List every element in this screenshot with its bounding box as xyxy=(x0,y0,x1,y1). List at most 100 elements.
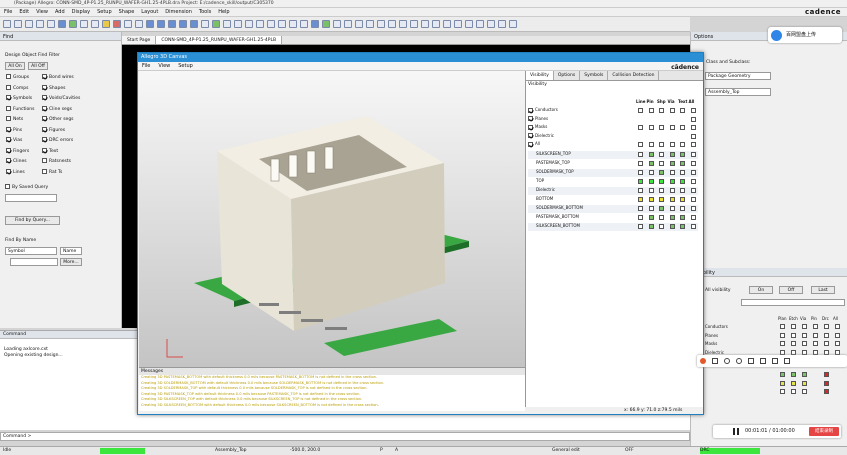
vis-checkbox[interactable] xyxy=(813,324,818,329)
filter-text[interactable]: Text xyxy=(42,147,58,154)
checkbox[interactable] xyxy=(528,141,533,147)
layer-color-swatch[interactable] xyxy=(638,179,643,184)
toolbar-button[interactable] xyxy=(267,20,275,28)
layer-color-swatch[interactable] xyxy=(638,215,643,220)
checkbox[interactable] xyxy=(528,133,533,138)
chinese-mode-icon[interactable] xyxy=(712,358,718,364)
vis-checkbox[interactable] xyxy=(690,215,696,220)
layer-color-swatch[interactable] xyxy=(680,224,685,229)
layer-color-swatch[interactable] xyxy=(638,152,643,157)
vis-checkbox[interactable] xyxy=(638,125,643,130)
toolbar-button[interactable] xyxy=(102,20,110,28)
vis-checkbox[interactable] xyxy=(638,142,643,147)
vis-checkbox[interactable] xyxy=(690,179,696,184)
checkbox[interactable] xyxy=(6,158,11,163)
vis-on-button[interactable]: On xyxy=(749,286,773,294)
cloud-upload-button[interactable]: 百网盟盘上传 xyxy=(768,27,842,43)
vis-checkbox[interactable] xyxy=(824,324,829,329)
vis-checkbox[interactable] xyxy=(690,224,696,229)
tab-3d-collision[interactable]: Collision Detection xyxy=(608,71,660,80)
filter-bond-wires[interactable]: Bond wires xyxy=(42,74,74,80)
layer-color-swatch[interactable] xyxy=(680,170,685,175)
class-select[interactable]: Package Geometry xyxy=(705,72,771,80)
color-swatch[interactable] xyxy=(780,372,785,377)
toolbar-button[interactable] xyxy=(421,20,429,28)
layer-color-swatch[interactable] xyxy=(638,188,643,193)
vis-checkbox[interactable] xyxy=(802,324,807,329)
checkbox[interactable] xyxy=(42,116,47,121)
toolbar-button[interactable] xyxy=(454,20,462,28)
toolbar-button[interactable] xyxy=(157,20,165,28)
vis-view-select[interactable] xyxy=(741,299,845,306)
layer-color-swatch[interactable] xyxy=(648,161,654,166)
checkbox[interactable] xyxy=(42,95,47,100)
vis-checkbox[interactable] xyxy=(690,161,696,166)
toolbar-button[interactable] xyxy=(443,20,451,28)
find-name-input[interactable] xyxy=(10,258,58,266)
layer-color-swatch[interactable] xyxy=(680,206,685,211)
toolbar-button[interactable] xyxy=(36,20,44,28)
toolbar-button[interactable] xyxy=(300,20,308,28)
toolbar-button[interactable] xyxy=(366,20,374,28)
layer-color-swatch[interactable] xyxy=(638,197,643,202)
vis-checkbox[interactable] xyxy=(780,332,785,338)
checkbox[interactable] xyxy=(42,126,47,132)
toolbar-button[interactable] xyxy=(410,20,418,28)
filter-cline-segs[interactable]: Cline segs xyxy=(42,105,72,112)
toolbar-button[interactable] xyxy=(355,20,363,28)
vis-checkbox[interactable] xyxy=(680,142,685,147)
vis-checkbox[interactable] xyxy=(680,125,685,130)
vis-checkbox[interactable] xyxy=(690,116,696,122)
vis-checkbox[interactable] xyxy=(680,108,685,113)
all-on-button[interactable]: All On xyxy=(5,62,25,70)
toolbar-button[interactable] xyxy=(212,20,220,28)
toolbar-button[interactable] xyxy=(344,20,352,28)
checkbox[interactable] xyxy=(42,105,47,111)
layer-color-swatch[interactable] xyxy=(659,188,664,193)
vis-checkbox[interactable] xyxy=(824,349,829,355)
layer-color-swatch[interactable] xyxy=(648,215,654,220)
checkbox[interactable] xyxy=(42,147,47,153)
filter-symbols[interactable]: Symbols xyxy=(6,95,32,101)
pause-icon[interactable] xyxy=(733,428,735,435)
menu-layout[interactable]: Layout xyxy=(141,9,158,15)
toolbar-button[interactable] xyxy=(25,20,33,28)
layer-color-swatch[interactable] xyxy=(659,197,664,202)
3d-menu-setup[interactable]: Setup xyxy=(178,63,193,69)
layer-color-swatch[interactable] xyxy=(669,161,675,166)
layer-color-swatch[interactable] xyxy=(669,224,675,229)
more-button[interactable]: More... xyxy=(60,258,82,266)
checkbox[interactable] xyxy=(42,74,47,79)
layer-color-swatch[interactable] xyxy=(648,197,654,202)
color-swatch[interactable] xyxy=(791,389,796,394)
vis-checkbox[interactable] xyxy=(690,125,696,130)
toolbar-button[interactable] xyxy=(289,20,297,28)
voice-icon[interactable] xyxy=(748,358,754,364)
filter-vias[interactable]: Vias xyxy=(6,137,22,143)
layer-color-swatch[interactable] xyxy=(659,179,664,184)
toolbar-button[interactable] xyxy=(399,20,407,28)
color-swatch[interactable] xyxy=(780,389,785,394)
filter-nets[interactable]: Nets xyxy=(6,116,23,122)
toolbar-button[interactable] xyxy=(476,20,484,28)
vis-checkbox[interactable] xyxy=(690,142,696,147)
toolbar-button[interactable] xyxy=(179,20,187,28)
vis-checkbox[interactable] xyxy=(669,142,675,147)
layer-color-swatch[interactable] xyxy=(669,215,675,220)
checkbox[interactable] xyxy=(42,158,47,163)
layer-color-swatch[interactable] xyxy=(659,206,664,211)
toolbar-button[interactable] xyxy=(168,20,176,28)
layer-color-swatch[interactable] xyxy=(669,179,675,184)
checkbox[interactable] xyxy=(6,84,11,90)
vis-checkbox[interactable] xyxy=(802,349,807,355)
tab-start-page[interactable]: Start Page xyxy=(122,36,157,44)
toolbar-button[interactable] xyxy=(245,20,253,28)
vis-checkbox[interactable] xyxy=(813,349,818,355)
color-swatch[interactable] xyxy=(791,381,796,386)
checkbox[interactable] xyxy=(42,168,47,174)
vis-checkbox[interactable] xyxy=(813,332,818,338)
layer-color-swatch[interactable] xyxy=(648,152,654,157)
color-swatch[interactable] xyxy=(824,372,829,377)
toolbar-button[interactable] xyxy=(223,20,231,28)
subclass-select[interactable]: Assembly_Top xyxy=(705,88,771,96)
